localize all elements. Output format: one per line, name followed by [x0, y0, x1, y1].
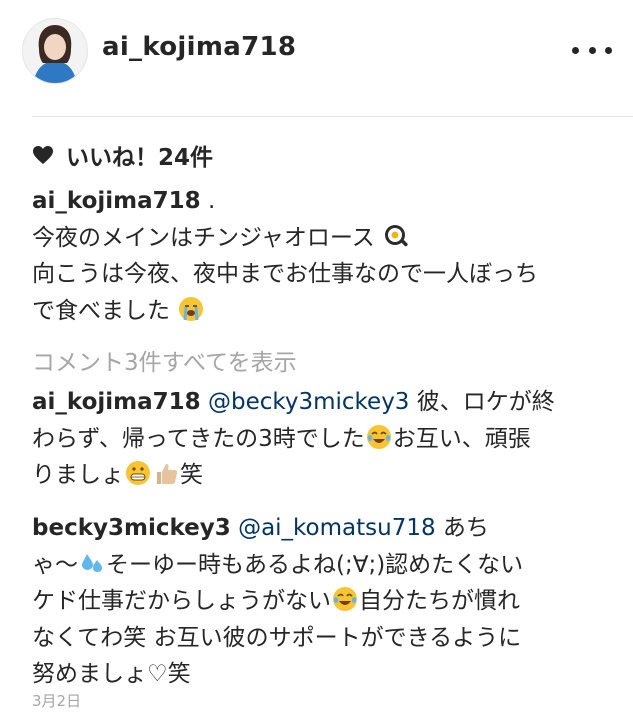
likes-count[interactable]: いいね！24件	[32, 138, 213, 172]
comment-text: 笑	[180, 462, 203, 488]
comment-text: お互い、頑張	[392, 425, 531, 452]
comment-text: ゃ〜	[32, 551, 78, 578]
comment-text: 自分たちが慣れ	[359, 588, 520, 614]
divider	[32, 116, 633, 117]
caption-line-1: 今夜のメインはチンジャオロース	[32, 224, 375, 251]
caption-suffix: .	[200, 188, 216, 214]
tears-of-joy-emoji	[333, 587, 357, 611]
loudly-crying-emoji	[179, 296, 204, 321]
comment-text: ケド仕事だからしょうがない	[32, 588, 331, 614]
comment: becky3mickey3 @ai_komatsu718 あち ゃ〜 そーゆー時…	[32, 510, 612, 693]
grimacing-emoji	[126, 461, 150, 485]
comment-text: なくてわ笑 お互い彼のサポートができるように	[32, 624, 522, 651]
comment-text: 努めましょ♡笑	[32, 661, 191, 687]
caption: ai_kojima718 . 今夜のメインはチンジャオロース 向こうは今夜、夜中…	[32, 183, 612, 329]
comment-mention[interactable]: @ai_komatsu718	[238, 515, 436, 541]
comment-text: りましょ	[32, 462, 124, 488]
frying-pan-egg-emoji	[385, 224, 408, 246]
comment-username[interactable]: becky3mickey3	[32, 515, 231, 541]
tears-of-joy-emoji	[366, 424, 391, 449]
comment-text: 彼、ロケが終	[409, 389, 555, 415]
caption-line-2: 向こうは今夜、夜中までお仕事なので一人ぼっち	[32, 261, 538, 287]
comment-text: あち	[435, 515, 489, 541]
header-username[interactable]: ai_kojima718	[102, 32, 296, 62]
comment-mention[interactable]: @becky3mickey3	[208, 389, 409, 415]
view-all-comments-link[interactable]: コメント3件すべてを表示	[32, 343, 297, 377]
caption-username[interactable]: ai_kojima718	[32, 188, 201, 214]
caption-line-3: で食べました	[32, 297, 170, 324]
heart-icon[interactable]	[32, 145, 54, 165]
post-date: 3月2日	[32, 692, 82, 710]
comment-text: そーゆー時もあるよね(;∀;)認めたくない	[106, 551, 524, 578]
more-options-icon[interactable]	[572, 42, 612, 58]
sweat-droplets-emoji	[82, 553, 102, 572]
comment-username[interactable]: ai_kojima718	[32, 389, 201, 415]
thumbs-up-emoji	[157, 464, 178, 484]
comment-text: わらず、帰ってきたの3時でした	[32, 425, 365, 452]
avatar[interactable]	[22, 18, 88, 84]
post-header: ai_kojima718	[0, 0, 633, 105]
likes-text: いいね！24件	[66, 145, 214, 171]
comment: ai_kojima718 @becky3mickey3 彼、ロケが終 わらず、帰…	[32, 384, 612, 494]
